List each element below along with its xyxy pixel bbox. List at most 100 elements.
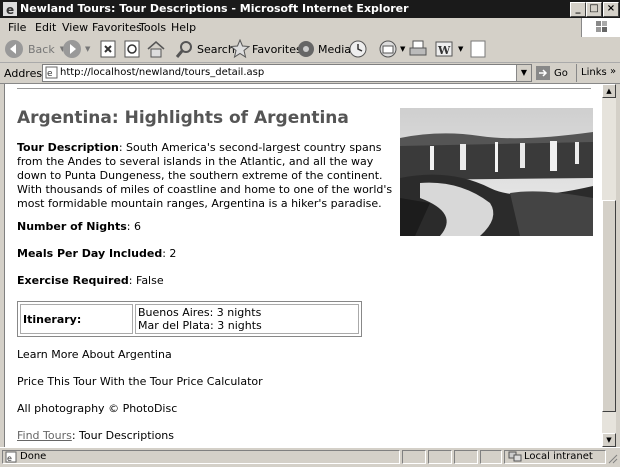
mail-button[interactable]: ▼	[378, 38, 405, 60]
address-dropdown-icon[interactable]: ▼	[516, 65, 531, 81]
tour-description: Tour Description: South America's second…	[17, 141, 400, 211]
address-input[interactable]: e http://localhost/newland/tours_detail.…	[42, 64, 532, 82]
argentina-waterfall-photo	[400, 108, 593, 236]
nights-value: : 6	[126, 220, 141, 233]
stop-button[interactable]	[98, 38, 118, 60]
address-url: http://localhost/newland/tours_detail.as…	[60, 67, 265, 78]
zone-text: Local intranet	[524, 451, 593, 462]
maximize-button[interactable]: □	[586, 2, 602, 17]
svg-text:e: e	[6, 3, 14, 16]
forward-arrow-icon	[63, 40, 81, 58]
title-bar: e Newland Tours: Tour Descriptions - Mic…	[0, 0, 620, 18]
menu-tools[interactable]: Tools	[139, 21, 166, 34]
print-button[interactable]	[408, 38, 428, 60]
divider	[17, 88, 591, 90]
status-text-panel: e Done	[2, 450, 400, 464]
refresh-icon	[124, 40, 140, 58]
itinerary-value-cell: Buenos Aires: 3 nights Mar del Plata: 3 …	[135, 304, 359, 334]
star-icon	[230, 39, 250, 59]
menu-view[interactable]: View	[62, 21, 88, 34]
intranet-icon	[508, 451, 522, 462]
svg-text:W: W	[437, 44, 451, 57]
learn-more-link: Learn More About Argentina	[17, 348, 172, 361]
go-button[interactable]: Go	[536, 66, 568, 80]
itinerary-label: Itinerary:	[23, 312, 82, 326]
favorites-button[interactable]: Favorites	[230, 38, 302, 60]
itinerary-stop: Mar del Plata: 3 nights	[138, 319, 262, 332]
itinerary-label-cell: Itinerary:	[20, 304, 133, 334]
itinerary-stop: Buenos Aires: 3 nights	[138, 306, 262, 319]
forward-button[interactable]: ▼	[62, 38, 90, 60]
page-content: Argentina: Highlights of Argentina Tour …	[4, 84, 603, 447]
minimize-button[interactable]: _	[570, 2, 586, 17]
links-label: Links	[581, 67, 607, 78]
breadcrumb-current: : Tour Descriptions	[71, 429, 174, 442]
close-button[interactable]: ×	[603, 2, 619, 17]
history-icon	[349, 40, 367, 58]
scroll-up-icon[interactable]: ▲	[602, 84, 616, 98]
refresh-button[interactable]	[122, 38, 142, 60]
resize-grip-icon[interactable]	[606, 452, 618, 464]
edit-word-button[interactable]: W ▼	[434, 38, 463, 60]
status-panel-empty	[480, 450, 502, 464]
mail-dropdown-icon[interactable]: ▼	[400, 45, 405, 53]
toolbar: Back ▼ ▼ Search Favorites Media ▼ W ▼	[0, 37, 620, 63]
window-title: Newland Tours: Tour Descriptions - Micro…	[20, 2, 409, 15]
breadcrumb: Find Tours: Tour Descriptions	[17, 429, 174, 442]
exercise-label: Exercise Required	[17, 274, 129, 287]
meals-row: Meals Per Day Included: 2	[17, 247, 176, 260]
menu-file[interactable]: File	[8, 21, 26, 34]
meals-value: : 2	[162, 247, 177, 260]
edit-dropdown-icon[interactable]: ▼	[458, 45, 463, 53]
meals-label: Meals Per Day Included	[17, 247, 163, 260]
chevron-right-icon[interactable]: »	[610, 66, 616, 77]
page-title: Argentina: Highlights of Argentina	[17, 108, 349, 128]
exercise-value: : False	[128, 274, 164, 287]
status-text: Done	[20, 451, 47, 462]
scroll-thumb[interactable]	[602, 200, 616, 412]
vertical-scrollbar[interactable]: ▲ ▼	[602, 84, 616, 447]
nights-label: Number of Nights	[17, 220, 127, 233]
blank-page-icon	[470, 40, 486, 58]
print-icon	[409, 40, 427, 56]
forward-dropdown-icon[interactable]: ▼	[85, 45, 90, 53]
page-icon: e	[45, 66, 58, 79]
stop-icon	[100, 40, 116, 58]
menu-favorites[interactable]: Favorites	[92, 21, 142, 34]
menu-edit[interactable]: Edit	[35, 21, 56, 34]
status-panel-empty	[402, 450, 426, 464]
zone-panel: Local intranet	[504, 450, 606, 464]
word-icon: W	[435, 41, 453, 57]
search-button[interactable]: Search	[175, 38, 235, 60]
price-tour-text: Price This Tour With the Tour Price Calc…	[17, 375, 263, 388]
media-button[interactable]: Media	[296, 38, 351, 60]
address-bar: Address e http://localhost/newland/tours…	[0, 63, 620, 84]
status-bar: e Done Local intranet	[0, 447, 620, 466]
svg-text:e: e	[7, 454, 12, 463]
photo-credit: All photography © PhotoDisc	[17, 402, 178, 415]
go-arrow-icon	[536, 66, 550, 80]
itinerary-table: Itinerary: Buenos Aires: 3 nights Mar de…	[17, 301, 362, 337]
history-button[interactable]	[348, 38, 368, 60]
page-done-icon: e	[5, 451, 17, 463]
status-panel-empty	[428, 450, 452, 464]
svg-text:e: e	[47, 69, 53, 79]
status-panel-empty	[454, 450, 478, 464]
mail-icon	[379, 40, 397, 58]
discuss-button[interactable]	[468, 38, 488, 60]
windows-logo-icon	[581, 18, 620, 37]
back-arrow-icon	[5, 40, 23, 58]
media-icon	[298, 41, 314, 57]
menu-bar: File Edit View Favorites Tools Help	[0, 18, 620, 38]
exercise-row: Exercise Required: False	[17, 274, 164, 287]
menu-help[interactable]: Help	[171, 21, 196, 34]
find-tours-link[interactable]: Find Tours	[17, 429, 72, 442]
description-label: Tour Description	[17, 141, 119, 154]
links-toolbar[interactable]: Links »	[576, 64, 620, 82]
home-button[interactable]	[146, 38, 166, 60]
scroll-down-icon[interactable]: ▼	[602, 433, 616, 447]
nights-row: Number of Nights: 6	[17, 220, 141, 233]
home-icon	[147, 41, 165, 58]
back-button[interactable]: Back ▼	[4, 38, 65, 60]
search-icon	[175, 41, 192, 58]
